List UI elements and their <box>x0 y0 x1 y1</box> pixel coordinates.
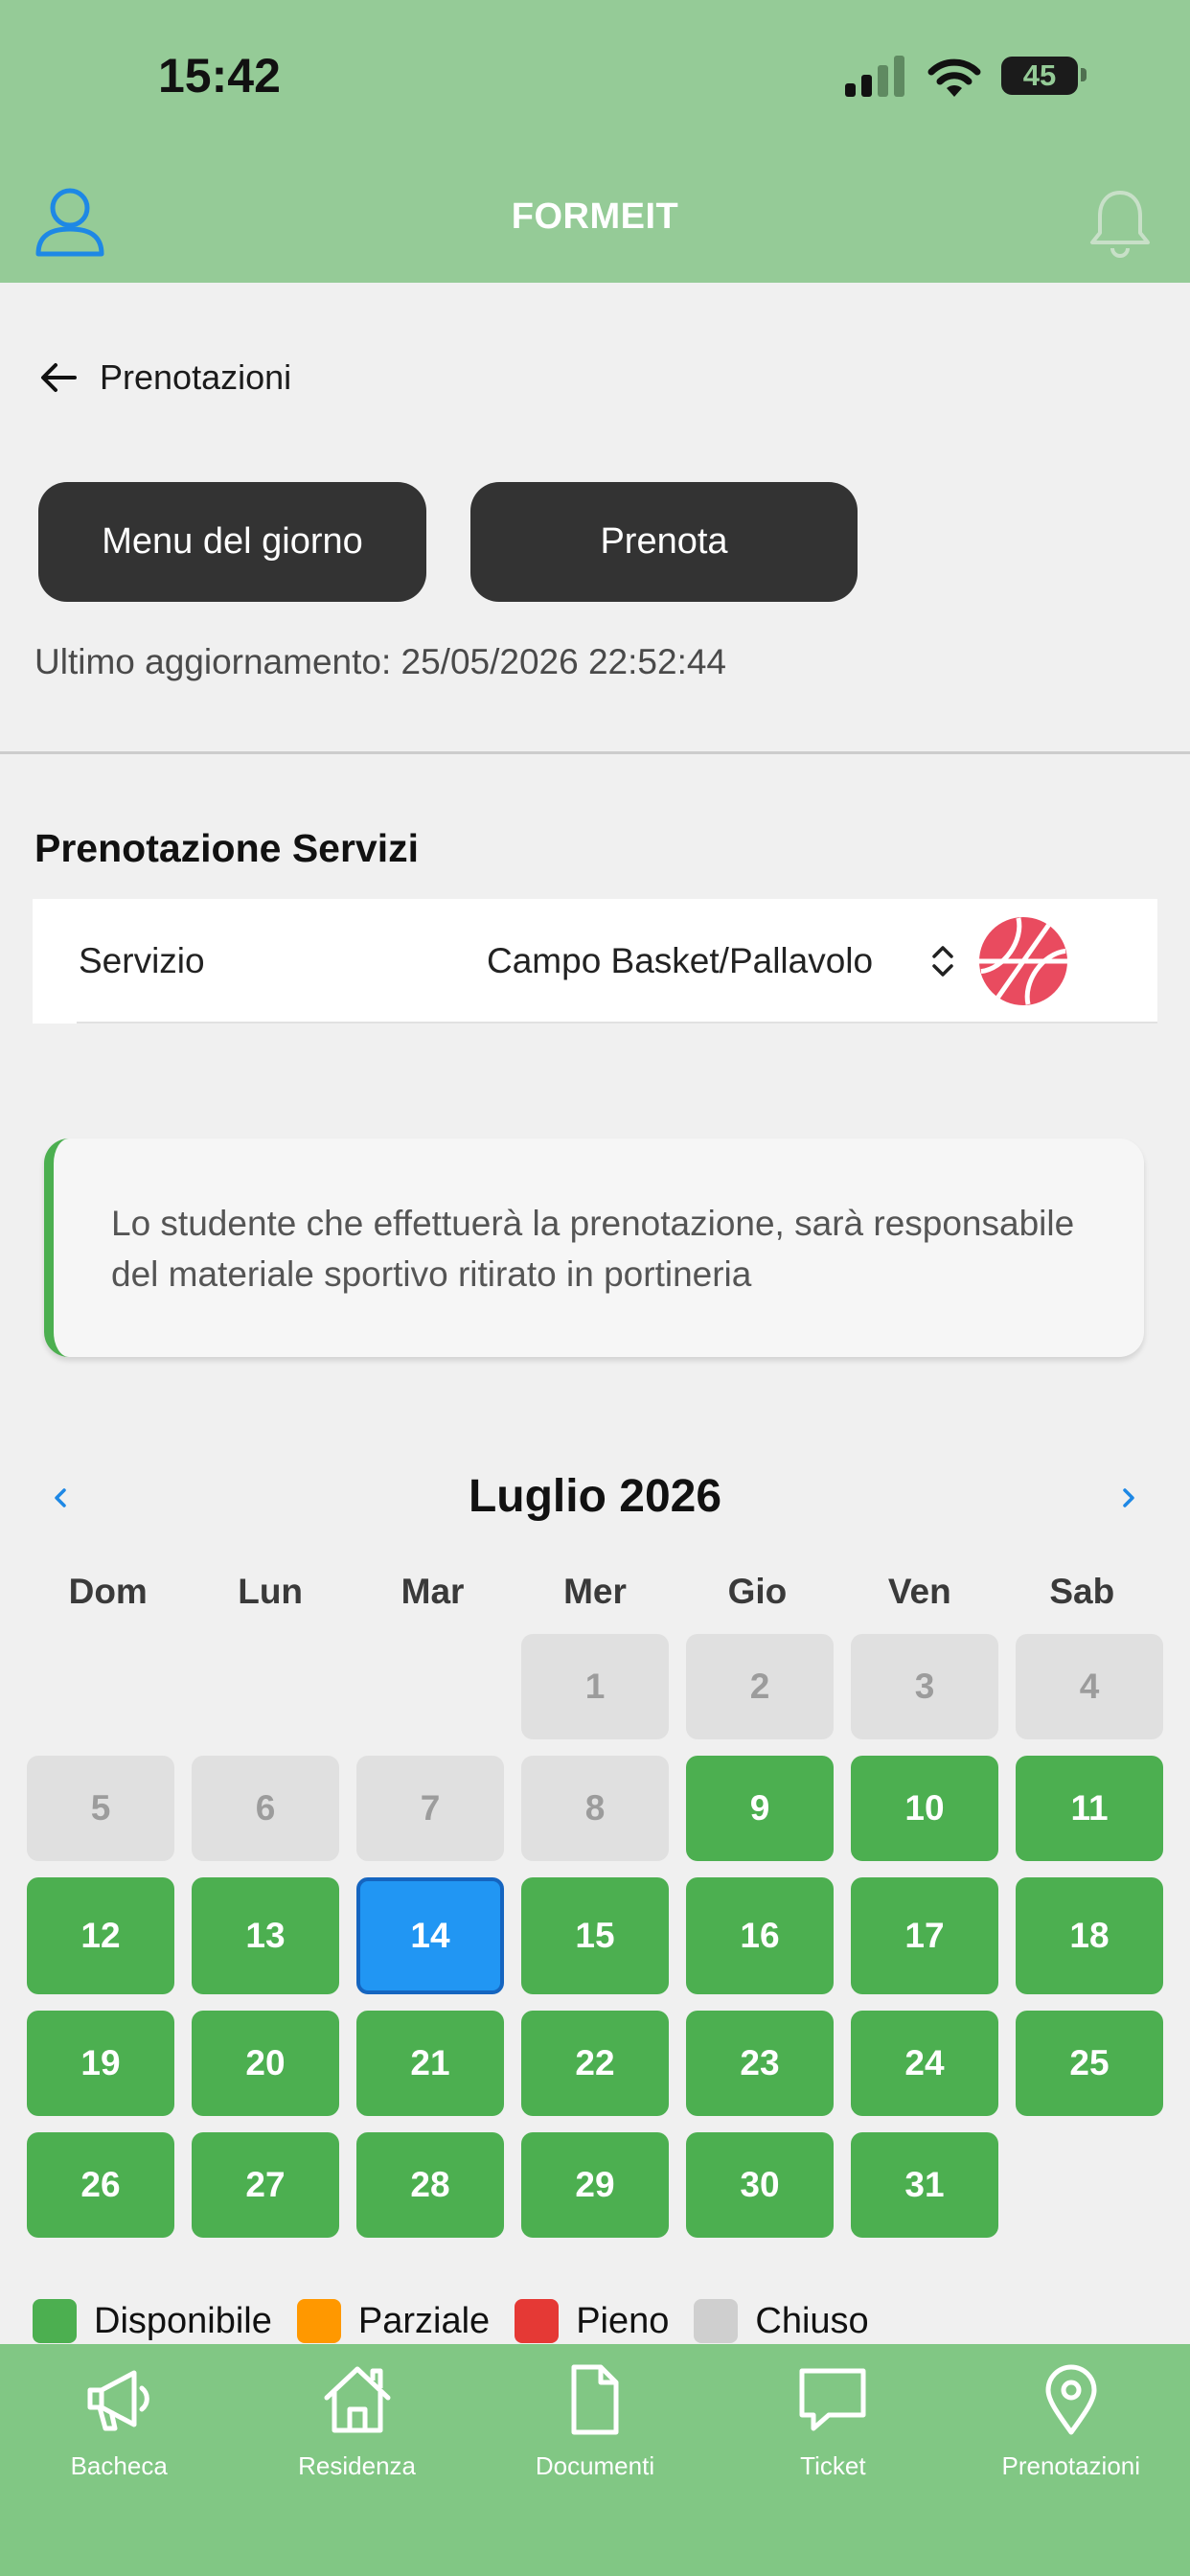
legend-swatch <box>694 2299 739 2343</box>
service-label: Servizio <box>79 941 205 980</box>
status-icons: 45 <box>843 53 1092 101</box>
weekday-label: Mer <box>563 1572 627 1611</box>
calendar-day[interactable]: 28 <box>356 2132 504 2238</box>
bottom-navigation: Bacheca Residenza Documenti Ticket Preno… <box>0 2344 1190 2576</box>
calendar-day: 6 <box>192 1756 339 1861</box>
chevron-up-down-icon[interactable] <box>928 941 957 981</box>
calendar-day: 5 <box>27 1756 174 1861</box>
calendar-day[interactable]: 15 <box>521 1877 669 1994</box>
calendar-day[interactable]: 31 <box>851 2132 998 2238</box>
weekday-header: Dom Lun Mar Mer Gio Ven Sab <box>27 1572 1163 1612</box>
legend-swatch <box>515 2299 560 2343</box>
legend-item-pieno: Pieno <box>515 2299 669 2343</box>
nav-label: Bacheca <box>70 2451 168 2480</box>
weekday-label: Sab <box>1049 1572 1115 1611</box>
legend-label: Pieno <box>576 2300 670 2341</box>
prenota-button[interactable]: Prenota <box>470 482 858 602</box>
chevron-right-icon[interactable] <box>1117 1482 1140 1514</box>
home-icon <box>324 2366 391 2433</box>
calendar-day[interactable]: 30 <box>686 2132 834 2238</box>
legend-label: Disponibile <box>94 2300 272 2341</box>
calendar-day[interactable]: 9 <box>686 1756 834 1861</box>
nav-tab-ticket[interactable]: Ticket <box>714 2344 951 2576</box>
calendar-day: 3 <box>851 1634 998 1739</box>
legend-swatch <box>33 2299 77 2343</box>
nav-tab-documenti[interactable]: Documenti <box>476 2344 714 2576</box>
top-bar: 15:42 45 FORMEIT <box>0 0 1190 283</box>
calendar-day[interactable]: 25 <box>1016 2011 1163 2116</box>
megaphone-icon <box>87 2370 149 2431</box>
battery-cap <box>1081 68 1087 81</box>
legend-item-disponibile: Disponibile <box>33 2299 272 2343</box>
status-time: 15:42 <box>158 49 281 103</box>
service-value[interactable]: Campo Basket/Pallavolo <box>487 941 873 981</box>
bell-icon[interactable] <box>1087 187 1154 260</box>
calendar-day: 1 <box>521 1634 669 1739</box>
wifi-icon <box>927 58 981 97</box>
calendar-day[interactable]: 19 <box>27 2011 174 2116</box>
back-arrow-icon[interactable] <box>38 357 79 398</box>
chat-icon <box>799 2368 866 2431</box>
legend-item-chiuso: Chiuso <box>694 2299 869 2343</box>
menu-del-giorno-button[interactable]: Menu del giorno <box>38 482 426 602</box>
calendar-day[interactable]: 20 <box>192 2011 339 2116</box>
info-message: Lo studente che effettuerà la prenotazio… <box>111 1204 1075 1294</box>
nav-label: Documenti <box>535 2451 655 2480</box>
legend-label: Chiuso <box>755 2300 869 2341</box>
calendar-legend: Disponibile Parziale Pieno Chiuso <box>33 2298 894 2344</box>
calendar-day[interactable]: 13 <box>192 1877 339 1994</box>
calendar-day-selected[interactable]: 14 <box>356 1877 504 1994</box>
calendar-day: 4 <box>1016 1634 1163 1739</box>
document-icon <box>571 2364 619 2435</box>
calendar-day[interactable]: 17 <box>851 1877 998 1994</box>
location-pin-icon <box>1045 2364 1097 2435</box>
last-update-text: Ultimo aggiornamento: 25/05/2026 22:52:4… <box>34 642 727 681</box>
calendar-day[interactable]: 10 <box>851 1756 998 1861</box>
calendar-day[interactable]: 12 <box>27 1877 174 1994</box>
calendar-day[interactable]: 22 <box>521 2011 669 2116</box>
calendar-day[interactable]: 23 <box>686 2011 834 2116</box>
calendar-day: 8 <box>521 1756 669 1861</box>
weekday-label: Lun <box>238 1572 304 1611</box>
nav-tab-prenotazioni[interactable]: Prenotazioni <box>952 2344 1190 2576</box>
legend-swatch <box>296 2299 341 2343</box>
calendar-day[interactable]: 24 <box>851 2011 998 2116</box>
weekday-label: Dom <box>68 1572 148 1611</box>
calendar-day[interactable]: 27 <box>192 2132 339 2238</box>
legend-label: Parziale <box>357 2300 491 2341</box>
nav-tab-bacheca[interactable]: Bacheca <box>0 2344 238 2576</box>
section-divider <box>0 751 1190 754</box>
nav-label: Ticket <box>800 2451 866 2480</box>
app-title: FORMEIT <box>511 196 679 237</box>
back-label: Prenotazioni <box>100 357 292 397</box>
back-navigation[interactable]: Prenotazioni <box>38 355 291 401</box>
calendar-day[interactable]: 26 <box>27 2132 174 2238</box>
service-selector[interactable]: Servizio Campo Basket/Pallavolo <box>33 899 1157 1024</box>
nav-label: Prenotazioni <box>1001 2451 1141 2480</box>
legend-item-parziale: Parziale <box>296 2299 491 2343</box>
nav-tab-residenza[interactable]: Residenza <box>238 2344 475 2576</box>
battery-level: 45 <box>1022 58 1057 92</box>
weekday-label: Gio <box>727 1572 788 1611</box>
calendar-day[interactable]: 18 <box>1016 1877 1163 1994</box>
calendar-day: 7 <box>356 1756 504 1861</box>
calendar-day[interactable]: 11 <box>1016 1756 1163 1861</box>
battery-icon: 45 <box>1001 57 1078 95</box>
calendar-day[interactable]: 16 <box>686 1877 834 1994</box>
weekday-label: Mar <box>400 1572 465 1611</box>
basketball-icon <box>979 917 1067 1005</box>
signal-icon <box>845 56 904 97</box>
calendar-day: 2 <box>686 1634 834 1739</box>
row-divider <box>77 1022 1157 1024</box>
section-title: Prenotazione Servizi <box>34 826 420 870</box>
calendar-day[interactable]: 29 <box>521 2132 669 2238</box>
calendar-day[interactable]: 21 <box>356 2011 504 2116</box>
nav-label: Residenza <box>298 2451 417 2480</box>
calendar-month-title: Luglio 2026 <box>468 1471 722 1522</box>
weekday-label: Ven <box>887 1572 951 1611</box>
info-card: Lo studente che effettuerà la prenotazio… <box>44 1138 1144 1357</box>
